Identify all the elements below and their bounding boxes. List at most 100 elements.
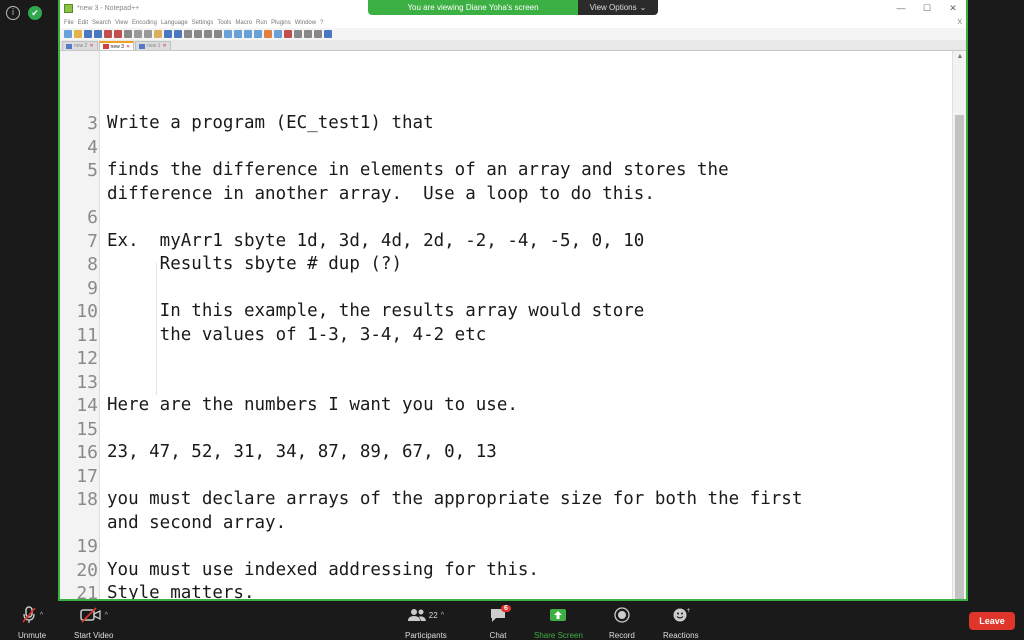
code-line[interactable]: difference in another array. Use a loop … — [107, 183, 655, 207]
doc-map-icon[interactable] — [274, 30, 282, 38]
code-line[interactable]: Results sbyte # dup (?) — [107, 253, 402, 277]
line-number: 9 — [87, 277, 98, 299]
unmute-label: Unmute — [18, 631, 47, 640]
sync-scroll-icon[interactable] — [224, 30, 232, 38]
encryption-shield-icon[interactable]: ✔ — [28, 6, 42, 20]
tab-new-1[interactable]: new 1 ✕ — [135, 41, 171, 50]
stop-macro-icon[interactable] — [294, 30, 302, 38]
close-window-button[interactable]: ✕ — [940, 3, 966, 14]
replace-icon[interactable] — [194, 30, 202, 38]
find-icon[interactable] — [184, 30, 192, 38]
code-line[interactable]: You must use indexed addressing for this… — [107, 559, 539, 583]
view-options-button[interactable]: View Options ⌄ — [578, 0, 658, 15]
close-document-button[interactable]: X — [957, 19, 962, 26]
menu-file[interactable]: File — [64, 20, 74, 26]
close-tab-icon[interactable]: ✕ — [126, 44, 130, 50]
close-file-icon[interactable] — [104, 30, 112, 38]
code-line[interactable]: you must declare arrays of the appropria… — [107, 488, 802, 512]
word-wrap-icon[interactable] — [234, 30, 242, 38]
open-file-icon[interactable] — [74, 30, 82, 38]
menu-encoding[interactable]: Encoding — [132, 20, 157, 26]
share-screen-label: Share Screen — [534, 631, 583, 640]
menu-help[interactable]: ? — [320, 20, 323, 26]
line-number: 15 — [76, 418, 98, 440]
editor-area[interactable]: 3 Write a program (EC_test1) that 4 5 finds … — [60, 51, 956, 601]
play-macro-icon[interactable] — [304, 30, 312, 38]
indent-guide-icon[interactable] — [254, 30, 262, 38]
line-number: 21 — [76, 583, 98, 601]
menu-run[interactable]: Run — [256, 20, 267, 26]
tab-new-2[interactable]: new 2 ✕ — [62, 41, 98, 50]
scrollbar-thumb[interactable] — [955, 115, 964, 599]
menu-view[interactable]: View — [115, 20, 128, 26]
close-tab-icon[interactable]: ✕ — [89, 43, 93, 49]
menu-settings[interactable]: Settings — [192, 20, 214, 26]
lang-icon[interactable] — [264, 30, 272, 38]
menu-plugins[interactable]: Plugins — [271, 20, 291, 26]
code-line[interactable]: 23, 47, 52, 31, 34, 87, 89, 67, 0, 13 — [107, 441, 497, 465]
code-line[interactable]: Here are the numbers I want you to use. — [107, 394, 518, 418]
unsaved-file-icon — [102, 44, 109, 49]
unmute-button[interactable]: ^ Unmute — [18, 605, 46, 640]
line-number: 6 — [87, 207, 98, 228]
view-options-label: View Options — [589, 3, 637, 12]
menu-macro[interactable]: Macro — [235, 20, 252, 26]
svg-text:+: + — [686, 607, 690, 614]
minimize-button[interactable]: — — [888, 3, 914, 14]
cut-icon[interactable] — [134, 30, 142, 38]
leave-button[interactable]: Leave — [969, 612, 1015, 630]
save-icon[interactable] — [84, 30, 92, 38]
print-icon[interactable] — [124, 30, 132, 38]
scroll-up-icon[interactable]: ▲ — [953, 53, 966, 60]
reactions-button[interactable]: + Reactions — [663, 605, 699, 640]
tab-label: new 1 — [147, 43, 161, 49]
participants-label: Participants — [405, 631, 447, 640]
code-line[interactable]: Write a program (EC_test1) that — [107, 112, 434, 136]
start-video-button[interactable]: ^ Start Video — [74, 605, 113, 640]
copy-icon[interactable] — [144, 30, 152, 38]
code-line[interactable]: and second array. — [107, 512, 286, 536]
close-all-icon[interactable] — [114, 30, 122, 38]
code-line[interactable]: In this example, the results array would… — [107, 300, 645, 324]
participants-button[interactable]: 22 ^ Participants — [405, 605, 447, 640]
show-all-chars-icon[interactable] — [244, 30, 252, 38]
code-line[interactable]: the values of 1-3, 3-4, 4-2 etc — [107, 324, 487, 348]
menu-search[interactable]: Search — [92, 20, 111, 26]
save-all-icon[interactable] — [94, 30, 102, 38]
zoom-in-icon[interactable] — [204, 30, 212, 38]
video-off-icon — [79, 607, 101, 623]
video-options-caret[interactable]: ^ — [105, 612, 108, 619]
code-line[interactable]: Style matters. — [107, 582, 255, 599]
info-icon[interactable]: i — [6, 6, 20, 20]
chat-button[interactable]: 6 Chat — [489, 605, 511, 640]
line-number: 4 — [87, 136, 98, 158]
menu-tools[interactable]: Tools — [217, 20, 231, 26]
undo-icon[interactable] — [164, 30, 172, 38]
share-screen-button[interactable]: Share Screen — [534, 605, 583, 640]
line-number: 18 — [76, 489, 98, 510]
record-button[interactable]: Record — [609, 605, 635, 640]
menu-edit[interactable]: Edit — [78, 20, 88, 26]
code-line[interactable]: finds the difference in elements of an a… — [107, 159, 729, 183]
run-macro-icon[interactable] — [314, 30, 322, 38]
line-number: 11 — [76, 324, 98, 346]
participants-options-caret[interactable]: ^ — [441, 612, 444, 619]
audio-options-caret[interactable]: ^ — [40, 612, 43, 619]
paste-icon[interactable] — [154, 30, 162, 38]
zoom-out-icon[interactable] — [214, 30, 222, 38]
code-line[interactable]: Ex. myArr1 sbyte 1d, 3d, 4d, 2d, -2, -4,… — [107, 230, 644, 254]
tab-new-3[interactable]: new 3 ✕ — [98, 41, 135, 50]
close-tab-icon[interactable]: ✕ — [162, 43, 166, 49]
menu-language[interactable]: Language — [161, 20, 188, 26]
line-number: 5 — [87, 160, 98, 181]
save-macro-icon[interactable] — [324, 30, 332, 38]
vertical-scrollbar[interactable]: ▲ — [952, 51, 966, 599]
new-file-icon[interactable] — [64, 30, 72, 38]
zoom-toolbar: ^ Unmute ^ Start Video 22 ^ Participants… — [0, 601, 1024, 640]
menu-window[interactable]: Window — [295, 20, 316, 26]
reactions-label: Reactions — [663, 631, 699, 640]
record-macro-icon[interactable] — [284, 30, 292, 38]
maximize-button[interactable]: ☐ — [914, 3, 940, 14]
line-number: 17 — [76, 465, 98, 487]
redo-icon[interactable] — [174, 30, 182, 38]
